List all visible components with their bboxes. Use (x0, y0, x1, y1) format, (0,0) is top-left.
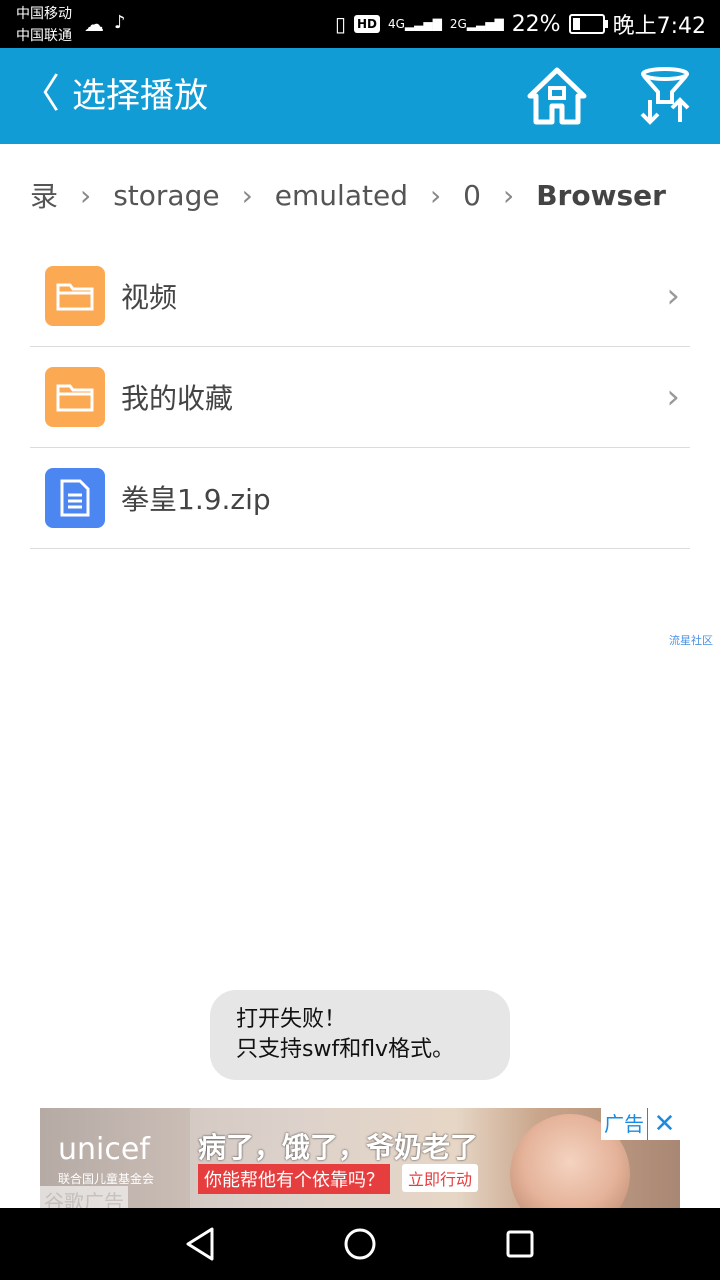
toast-line-2: 只支持swf和flv格式。 (236, 1037, 455, 1062)
ad-headline: 病了，饿了，爷奶老了 (198, 1131, 479, 1164)
breadcrumb-emulated[interactable]: emulated (275, 179, 408, 212)
file-name: 拳皇1.9.zip (121, 483, 271, 516)
app-bar: 〈 选择播放 (0, 48, 720, 144)
battery-icon (568, 14, 608, 34)
filter-sort-icon[interactable] (636, 66, 694, 126)
clock: 晚上7:42 (612, 14, 706, 39)
breadcrumb-root[interactable]: 录 (30, 175, 58, 215)
carrier-2: 中国联通 (16, 28, 72, 44)
chevron-right-icon: › (80, 178, 92, 212)
home-icon[interactable] (526, 66, 588, 126)
ad-close-button[interactable]: ✕ (647, 1108, 680, 1140)
file-list: 视频 › 我的收藏 › 拳皇1.9.zip (30, 246, 690, 549)
folder-icon (45, 367, 105, 427)
status-indicators: ▯ HD 4G▂▃▅▇ 2G▂▃▅▇ 22% 晚上7:42 (335, 6, 706, 42)
ad-subline: 你能帮他有个依靠吗？ (198, 1164, 390, 1194)
signal-2g: 2G▂▃▅▇ (449, 17, 504, 31)
folder-icon (45, 266, 105, 326)
chevron-right-icon: › (429, 178, 442, 212)
chevron-right-icon: › (241, 178, 253, 212)
chevron-right-icon: › (503, 178, 515, 212)
toast-message: 打开失败！ 只支持swf和flv格式。 (210, 990, 510, 1080)
nav-back-icon[interactable] (184, 1226, 216, 1262)
watermark: 流星社区 (669, 634, 713, 647)
status-bar: 中国移动 中国联通 ☁ ♪ ▯ HD 4G▂▃▅▇ 2G▂▃▅▇ 22% 晚上7… (0, 0, 720, 48)
breadcrumb-storage[interactable]: storage (113, 179, 219, 212)
breadcrumb-browser[interactable]: Browser (536, 179, 666, 212)
tiktok-icon: ♪ (114, 12, 126, 33)
back-button[interactable]: 〈 (20, 70, 60, 118)
google-ads-label: 谷歌广告 (40, 1186, 128, 1208)
hd-badge: HD (353, 15, 380, 33)
breadcrumb: 录 › storage › emulated › 0 › Browser (30, 172, 666, 218)
ad-banner[interactable]: unicef 联合国儿童基金会 病了，饿了，爷奶老了 你能帮他有个依靠吗？ 立即… (40, 1108, 680, 1208)
weather-icon: ☁ (84, 12, 104, 36)
ad-brand: unicef (58, 1132, 150, 1167)
vibrate-icon: ▯ (334, 12, 346, 36)
breadcrumb-0[interactable]: 0 (463, 179, 481, 212)
list-item[interactable]: 拳皇1.9.zip (30, 448, 690, 549)
document-icon (45, 468, 105, 528)
file-name: 视频 (121, 281, 178, 314)
chevron-right-icon: › (666, 377, 680, 417)
ad-cta-button[interactable]: 立即行动 (402, 1164, 479, 1192)
list-item[interactable]: 我的收藏 › (30, 347, 690, 448)
signal-4g: 4G▂▃▅▇ (387, 17, 442, 31)
battery-percent: 22% (511, 11, 561, 37)
file-name: 我的收藏 (121, 382, 234, 415)
page-title: 选择播放 (72, 76, 208, 116)
ad-brand-sub: 联合国儿童基金会 (58, 1172, 155, 1186)
list-item[interactable]: 视频 › (30, 246, 690, 347)
toast-line-1: 打开失败！ (236, 1007, 347, 1032)
ad-label: 广告 (601, 1108, 647, 1140)
nav-recent-icon[interactable] (506, 1230, 534, 1258)
chevron-right-icon: › (666, 276, 680, 316)
nav-home-icon[interactable] (344, 1228, 376, 1260)
carrier-1: 中国移动 (16, 6, 72, 22)
